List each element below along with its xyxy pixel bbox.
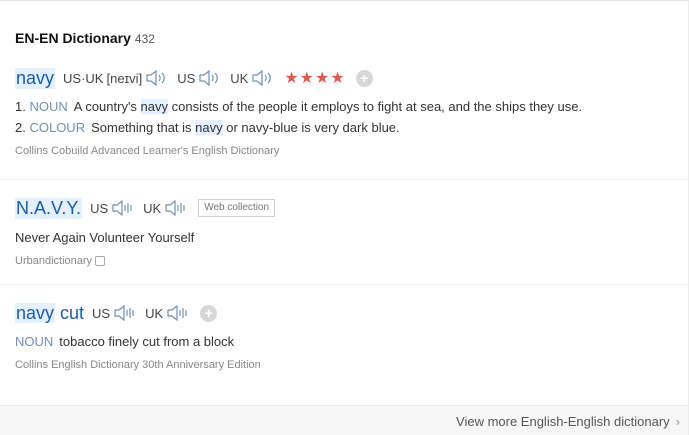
view-more-link[interactable]: View more English-English dictionary › [456,414,680,429]
sense-text-before: Something that is [91,120,196,135]
pronunciation-us: US [177,69,222,87]
dictionary-title: EN-EN Dictionary [15,30,131,46]
speaker-icon[interactable] [164,199,188,217]
part-of-speech: COLOUR [29,120,86,135]
pronunciation-uk: UK [230,69,275,87]
entry-headline: navy US·UK [neɪvi] US UK ★★★★ + [15,65,688,91]
speaker-icon[interactable] [166,304,190,322]
web-collection-badge: Web collection [198,199,276,217]
result-count: 432 [134,32,155,46]
sense-1: 1. NOUN A country's navy consists of the … [15,99,688,114]
uk-label: UK [145,305,164,321]
speaker-icon[interactable] [113,304,137,322]
us-label: US [92,305,111,321]
us-label: US [90,200,109,216]
pronunciation-uk: UK [143,199,188,217]
entry-navy-cut: navy cut US UK + NOUN tobacco finely cut … [15,300,688,371]
speaker-icon[interactable] [145,69,169,87]
plus-icon[interactable]: + [200,304,218,322]
pronunciation-uk: UK [145,304,190,322]
entry-source: Collins English Dictionary 30th Annivers… [15,359,688,371]
sense-highlight: navy [140,99,169,114]
sense-text-after: or navy-blue is very dark blue. [222,120,400,135]
speaker-icon[interactable] [198,69,222,87]
dictionary-header: EN-EN Dictionary 432 [15,30,155,46]
pronunciation-usuk: US·UK [neɪvi] [63,69,169,87]
definition-text: tobacco finely cut from a block [59,334,235,349]
us-label: US [177,70,196,86]
entry-source: Collins Cobuild Advanced Learner's Engli… [15,145,688,157]
chevron-right-icon: › [675,414,680,429]
entry-headline: navy cut US UK + [15,300,688,326]
source-name: Collins English Dictionary 30th Annivers… [15,359,261,371]
sense-highlight: navy [195,120,223,135]
headword[interactable]: N.A.V.Y. [15,197,83,219]
divider [0,179,688,180]
headword-rest: cut [55,302,85,323]
sense-number: 2. [15,120,26,135]
headword[interactable]: navy cut [15,302,85,324]
source-name: Urbandictionary [15,255,93,267]
pronunciation-us: US [92,304,137,322]
headword[interactable]: navy [15,67,56,89]
sense-number: 1. [15,99,26,114]
pronunciation-us: US [90,199,135,217]
uk-label: UK [230,70,249,86]
definition: Never Again Volunteer Yourself [15,230,688,245]
entry-headline: N.A.V.Y. US UK Web collection [15,195,688,221]
entry-source: Urbandictionary [15,255,688,267]
star-rating: ★★★★ [284,70,346,87]
definition: NOUN tobacco finely cut from a block [15,334,688,349]
source-name: Collins Cobuild Advanced Learner's Engli… [15,145,280,157]
part-of-speech: NOUN [15,334,54,349]
divider [0,284,688,285]
sense-2: 2. COLOUR Something that is navy or navy-… [15,120,688,135]
sense-text-after: consists of the people it employs to fig… [168,99,583,114]
part-of-speech: NOUN [29,99,68,114]
phonetic: [neɪvi] [106,70,143,86]
plus-icon[interactable]: + [355,69,373,87]
speaker-icon[interactable] [251,69,275,87]
entry-navy-acronym: N.A.V.Y. US UK Web collection Never Agai… [15,195,688,267]
sense-text-before: A country's [73,99,141,114]
definition-text: Never Again Volunteer Yourself [15,230,195,245]
entry-navy: navy US·UK [neɪvi] US UK ★★★★ + 1. NOUN … [15,65,688,157]
pron-label: US·UK [63,70,104,86]
footer-bar: View more English-English dictionary › [0,405,688,435]
dictionary-panel: EN-EN Dictionary 432 navy US·UK [neɪvi] U… [0,0,689,435]
view-more-label: View more English-English dictionary [456,414,670,429]
copy-icon[interactable] [95,256,106,266]
uk-label: UK [143,200,162,216]
speaker-icon[interactable] [111,199,135,217]
headword-highlight: navy [15,302,56,323]
